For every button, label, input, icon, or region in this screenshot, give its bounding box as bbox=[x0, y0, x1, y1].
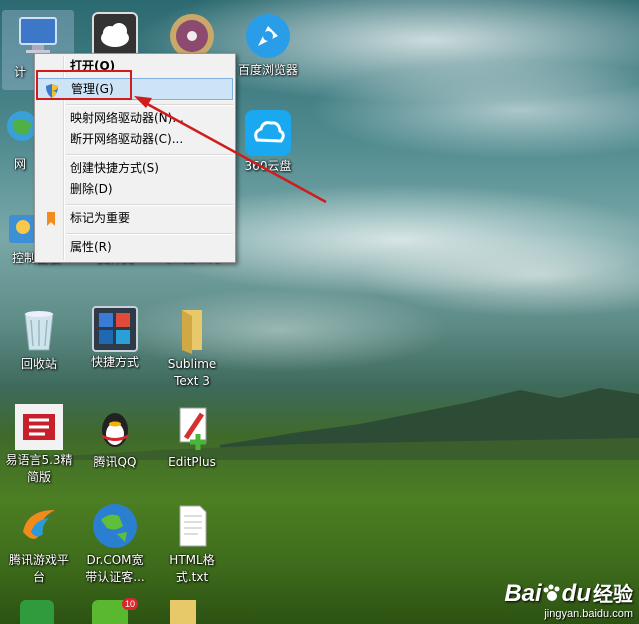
desktop-wallpaper[interactable]: 百度浏览器 计 网 360云盘 控制面板 文件夹 OneDrive 回收站 bbox=[0, 0, 639, 624]
watermark-suffix: 经验 bbox=[593, 584, 633, 606]
baidu-watermark: Bai du 经验 jingyan.baidu.com bbox=[504, 578, 633, 620]
watermark-brand2: du bbox=[561, 580, 591, 607]
baidu-logo: Bai du 经验 bbox=[504, 578, 633, 608]
watermark-brand: Bai bbox=[504, 580, 542, 607]
watermark-url: jingyan.baidu.com bbox=[544, 608, 633, 620]
paw-icon bbox=[542, 582, 562, 602]
annotation-arrow bbox=[134, 96, 327, 204]
